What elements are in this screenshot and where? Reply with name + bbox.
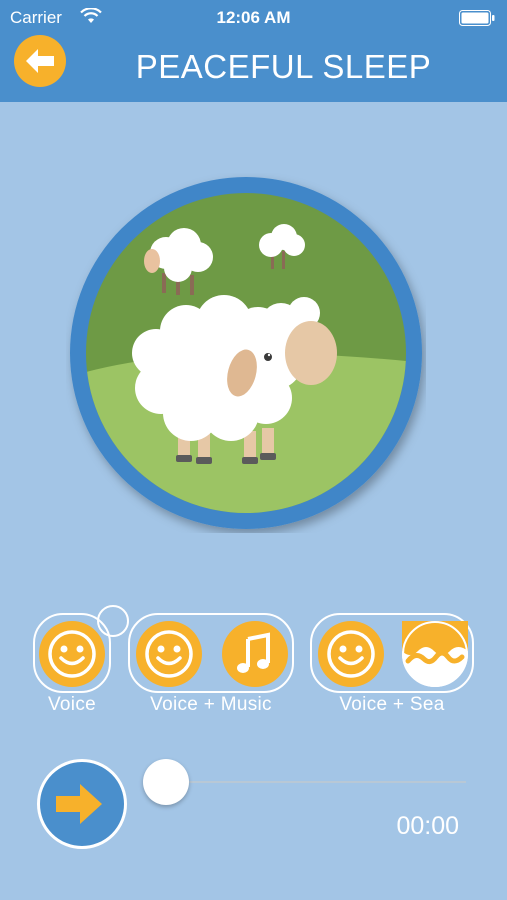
- battery-icon: [459, 10, 495, 26]
- smiley-icon: [318, 621, 384, 687]
- header-bar: Carrier 12:06 AM PEACEFUL SLEEP: [0, 0, 507, 102]
- mode-voice-music-label: Voice + Music: [150, 694, 272, 715]
- play-button[interactable]: [37, 759, 127, 849]
- smiley-icon: [136, 621, 202, 687]
- arrow-left-icon: [26, 49, 54, 73]
- status-bar: Carrier 12:06 AM: [0, 0, 507, 34]
- mode-voice-label: Voice: [48, 694, 96, 715]
- back-button[interactable]: [14, 35, 66, 87]
- page-title: PEACEFUL SLEEP: [135, 48, 432, 85]
- progress-track[interactable]: [166, 781, 466, 783]
- status-time: 12:06 AM: [216, 8, 291, 27]
- mode-voice-sea-label: Voice + Sea: [339, 694, 445, 715]
- elapsed-time: 00:00: [396, 812, 459, 840]
- progress-thumb[interactable]: [143, 759, 189, 805]
- music-note-icon: [222, 621, 288, 687]
- smiley-icon: [39, 621, 105, 687]
- arrow-right-icon: [56, 784, 102, 824]
- mode-voice-music-button[interactable]: [128, 613, 294, 693]
- mode-voice-sea-button[interactable]: [310, 613, 474, 693]
- wave-icon: [402, 621, 468, 687]
- sheep-illustration: [70, 177, 422, 529]
- selection-indicator: [97, 605, 129, 637]
